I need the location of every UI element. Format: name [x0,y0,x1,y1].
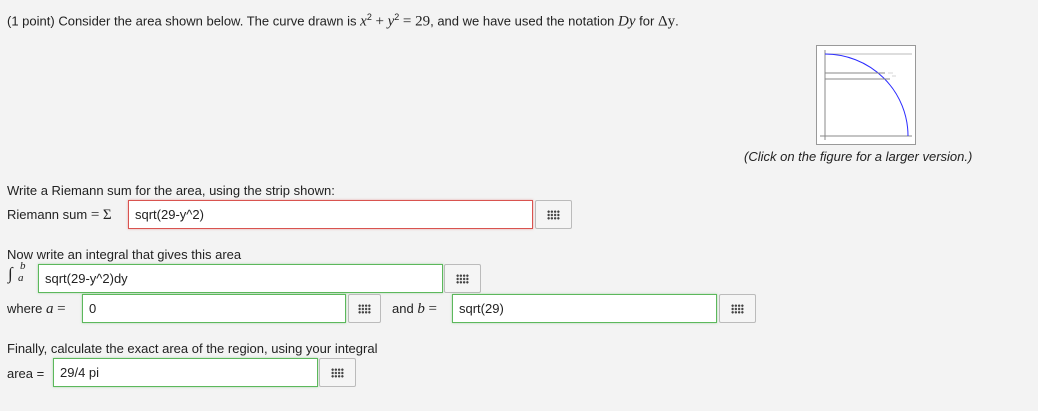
sigma-symbol: Σ [102,207,112,223]
and-label: and [392,301,414,316]
problem-statement: (1 point) Consider the area shown below.… [7,12,679,30]
riemann-sum-input[interactable]: sqrt(29-y^2) [128,200,533,229]
grid-icon [331,367,344,378]
riemann-prompt: Write a Riemann sum for the area, using … [7,183,335,198]
area-label: area = [7,366,45,381]
points-label: (1 point) [7,13,55,29]
grid-icon [456,273,469,284]
integral-input[interactable]: sqrt(29-y^2)dy [38,264,443,293]
grid-icon [731,303,744,314]
problem-intro: Consider the area shown below. The curve… [58,13,357,29]
integral-symbol: ∫ [8,264,13,283]
area-equation-editor-button[interactable] [319,358,356,387]
integral-equation-editor-button[interactable] [444,264,481,293]
riemann-label: Riemann sum [7,207,88,222]
notation-delta-y: Δy [657,13,676,30]
notation-text: , and we have used the notation [430,13,615,29]
equation-rhs: = 29 [402,13,431,30]
grid-icon [358,303,371,314]
a-variable: a [46,301,54,317]
integral-sign: ∫ b a [8,260,36,286]
lower-limit-input[interactable]: 0 [82,294,346,323]
final-prompt: Finally, calculate the exact area of the… [7,341,378,356]
grid-icon [547,209,560,220]
b-equals: = [428,301,437,317]
riemann-equation-editor-button[interactable] [535,200,572,229]
upper-limit-equation-editor-button[interactable] [719,294,756,323]
figure-caption: (Click on the figure for a larger versio… [744,149,973,164]
integral-upper-limit: b [20,260,26,272]
upper-limit-input[interactable]: sqrt(29) [452,294,717,323]
notation-dy: Dy [618,13,636,30]
equation-x: x [360,13,367,30]
riemann-label-group: Riemann sum = Σ [7,207,112,224]
integral-prompt: Now write an integral that gives this ar… [7,247,242,262]
where-label: where [7,301,43,316]
curve [824,53,909,137]
b-label-group: and b = [392,301,437,318]
b-variable: b [417,301,425,317]
period: . [675,13,679,29]
a-label-group: where a = [7,301,66,318]
riemann-equals: = [90,207,100,223]
integral-lower-limit: a [18,272,24,284]
area-input[interactable]: 29/4 pi [53,358,318,387]
a-equals: = [57,301,66,317]
area-figure[interactable] [816,45,916,145]
equation-plus: + [375,13,384,30]
notation-for: for [639,13,655,29]
area-figure-graphic [820,50,912,140]
lower-limit-equation-editor-button[interactable] [348,294,381,323]
